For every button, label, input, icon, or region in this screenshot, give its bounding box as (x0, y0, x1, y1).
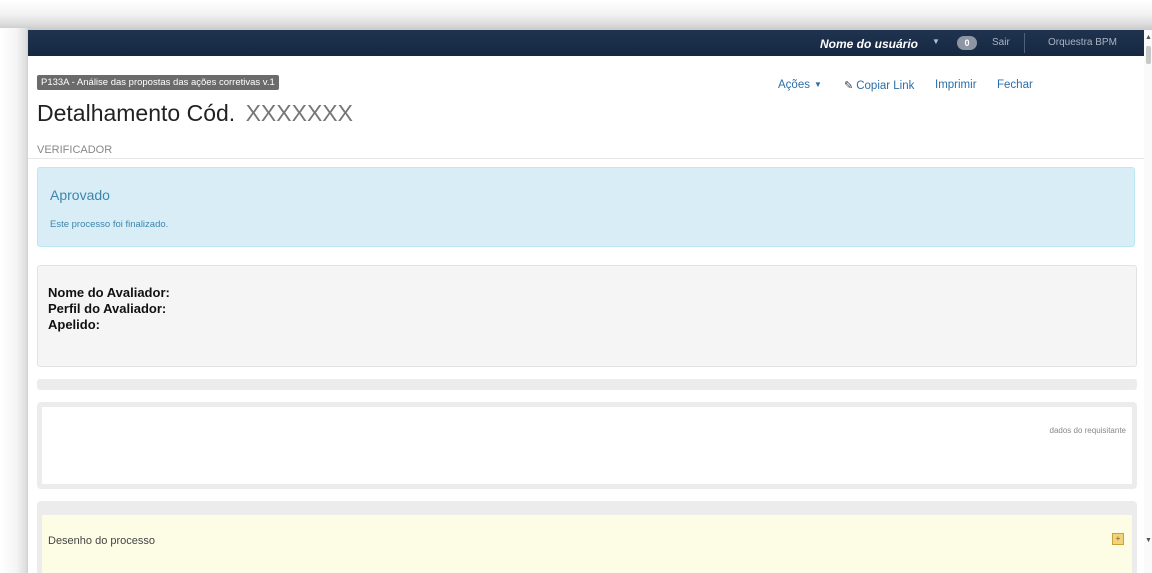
process-design-title: Desenho do processo (48, 535, 156, 547)
page-title-text: Detalhamento Cód. (37, 100, 236, 126)
requester-panel: dados do requisitante (37, 402, 1137, 489)
logout-link[interactable]: Sair (992, 37, 1010, 48)
chevron-down-icon[interactable]: ▼ (932, 37, 940, 46)
top-navbar: Nome do usuário ▼ 0 Sair Orquestra BPM (28, 30, 1144, 56)
copy-link-label: Copiar Link (856, 80, 915, 92)
process-label: P133A - Análise das propostas das ações … (37, 75, 279, 90)
print-button[interactable]: Imprimir (935, 79, 977, 91)
scroll-down-icon[interactable]: ▼ (1145, 537, 1152, 544)
section-separator (37, 379, 1137, 390)
scroll-up-icon[interactable]: ▲ (1145, 34, 1152, 41)
copy-link-button[interactable]: ✎ Copiar Link (844, 79, 914, 92)
evaluator-name-label: Nome do Avaliador: (48, 285, 170, 300)
screenshot-shadow-left (0, 28, 28, 573)
caret-down-icon: ▼ (813, 80, 822, 89)
process-design-panel: Desenho do processo + (37, 501, 1137, 573)
evaluator-nickname-label: Apelido: (48, 317, 100, 332)
page-title-code: XXXXXXX (245, 100, 353, 126)
app-window: Nome do usuário ▼ 0 Sair Orquestra BPM P… (28, 30, 1144, 573)
evaluator-panel: Nome do Avaliador: Perfil do Avaliador: … (37, 265, 1137, 367)
process-design-header[interactable]: Desenho do processo + (42, 515, 1132, 573)
actions-dropdown[interactable]: Ações ▼ (778, 79, 822, 91)
page-title: Detalhamento Cód. XXXXXXX (37, 100, 353, 127)
brand-link[interactable]: Orquestra BPM (1048, 37, 1117, 48)
status-alert: Aprovado Este processo foi finalizado. (37, 167, 1135, 247)
status-title: Aprovado (50, 187, 110, 203)
evaluator-profile-label: Perfil do Avaliador: (48, 301, 167, 316)
scrollbar-thumb[interactable] (1146, 46, 1151, 64)
requester-note: dados do requisitante (1049, 426, 1127, 435)
edit-link-icon: ✎ (844, 80, 854, 92)
navbar-divider (1024, 33, 1025, 53)
vertical-scrollbar[interactable] (1144, 30, 1152, 573)
expand-icon[interactable]: + (1112, 533, 1124, 545)
header-divider (28, 158, 1144, 159)
actions-label: Ações (778, 79, 810, 91)
notification-badge[interactable]: 0 (957, 36, 977, 50)
user-menu[interactable]: Nome do usuário (820, 37, 918, 51)
close-button[interactable]: Fechar (997, 79, 1033, 91)
role-label: VERIFICADOR (37, 144, 113, 156)
screenshot-shadow-top (0, 0, 1152, 30)
status-message: Este processo foi finalizado. (50, 219, 169, 230)
